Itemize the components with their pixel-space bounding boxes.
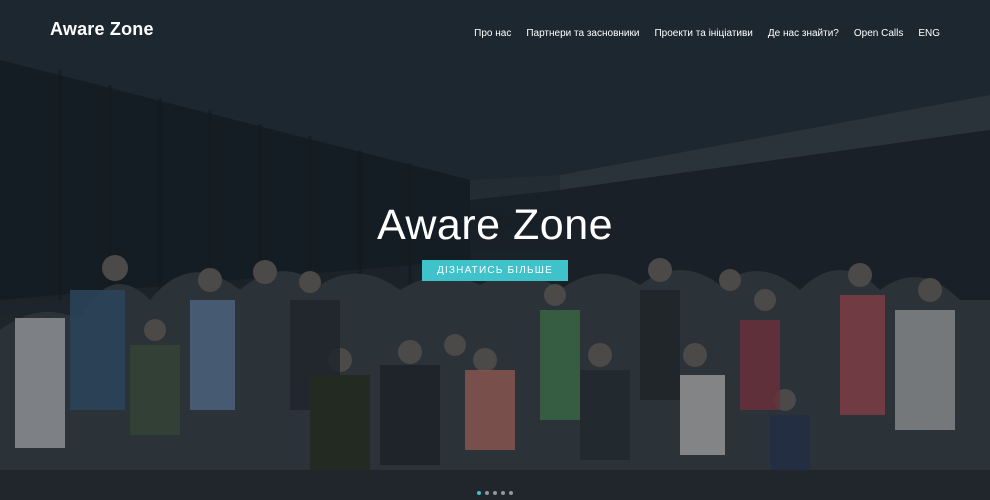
slider-dot-1[interactable] (477, 491, 481, 495)
nav-item: Проекти та ініціативи (654, 23, 752, 41)
slider-dot-5[interactable] (509, 491, 513, 495)
site-header: Aware Zone Про нас Партнери та засновник… (0, 0, 990, 58)
nav-link-projects[interactable]: Проекти та ініціативи (654, 28, 752, 39)
nav-item: Партнери та засновники (526, 23, 639, 41)
nav-item: ENG (918, 23, 940, 41)
hero-content: Aware Zone Дізнатись більше (0, 198, 990, 281)
nav-item: Де нас знайти? (768, 23, 839, 41)
site-logo[interactable]: Aware Zone (50, 19, 154, 40)
nav-link-open-calls[interactable]: Open Calls (854, 28, 903, 39)
nav-link-about[interactable]: Про нас (474, 28, 511, 39)
hero-title: Aware Zone (376, 201, 614, 249)
hero-slider: Aware Zone Про нас Партнери та засновник… (0, 0, 990, 500)
nav-link-partners[interactable]: Партнери та засновники (526, 28, 639, 39)
slider-dot-4[interactable] (501, 491, 505, 495)
slider-pagination (477, 491, 513, 495)
nav-item: Про нас (474, 23, 511, 41)
learn-more-button[interactable]: Дізнатись більше (421, 260, 569, 281)
nav-item: Open Calls (854, 23, 903, 41)
main-nav: Про нас Партнери та засновники Проекти т… (474, 23, 940, 41)
nav-link-language[interactable]: ENG (918, 28, 940, 39)
slider-dot-3[interactable] (493, 491, 497, 495)
nav-link-location[interactable]: Де нас знайти? (768, 28, 839, 39)
slider-dot-2[interactable] (485, 491, 489, 495)
